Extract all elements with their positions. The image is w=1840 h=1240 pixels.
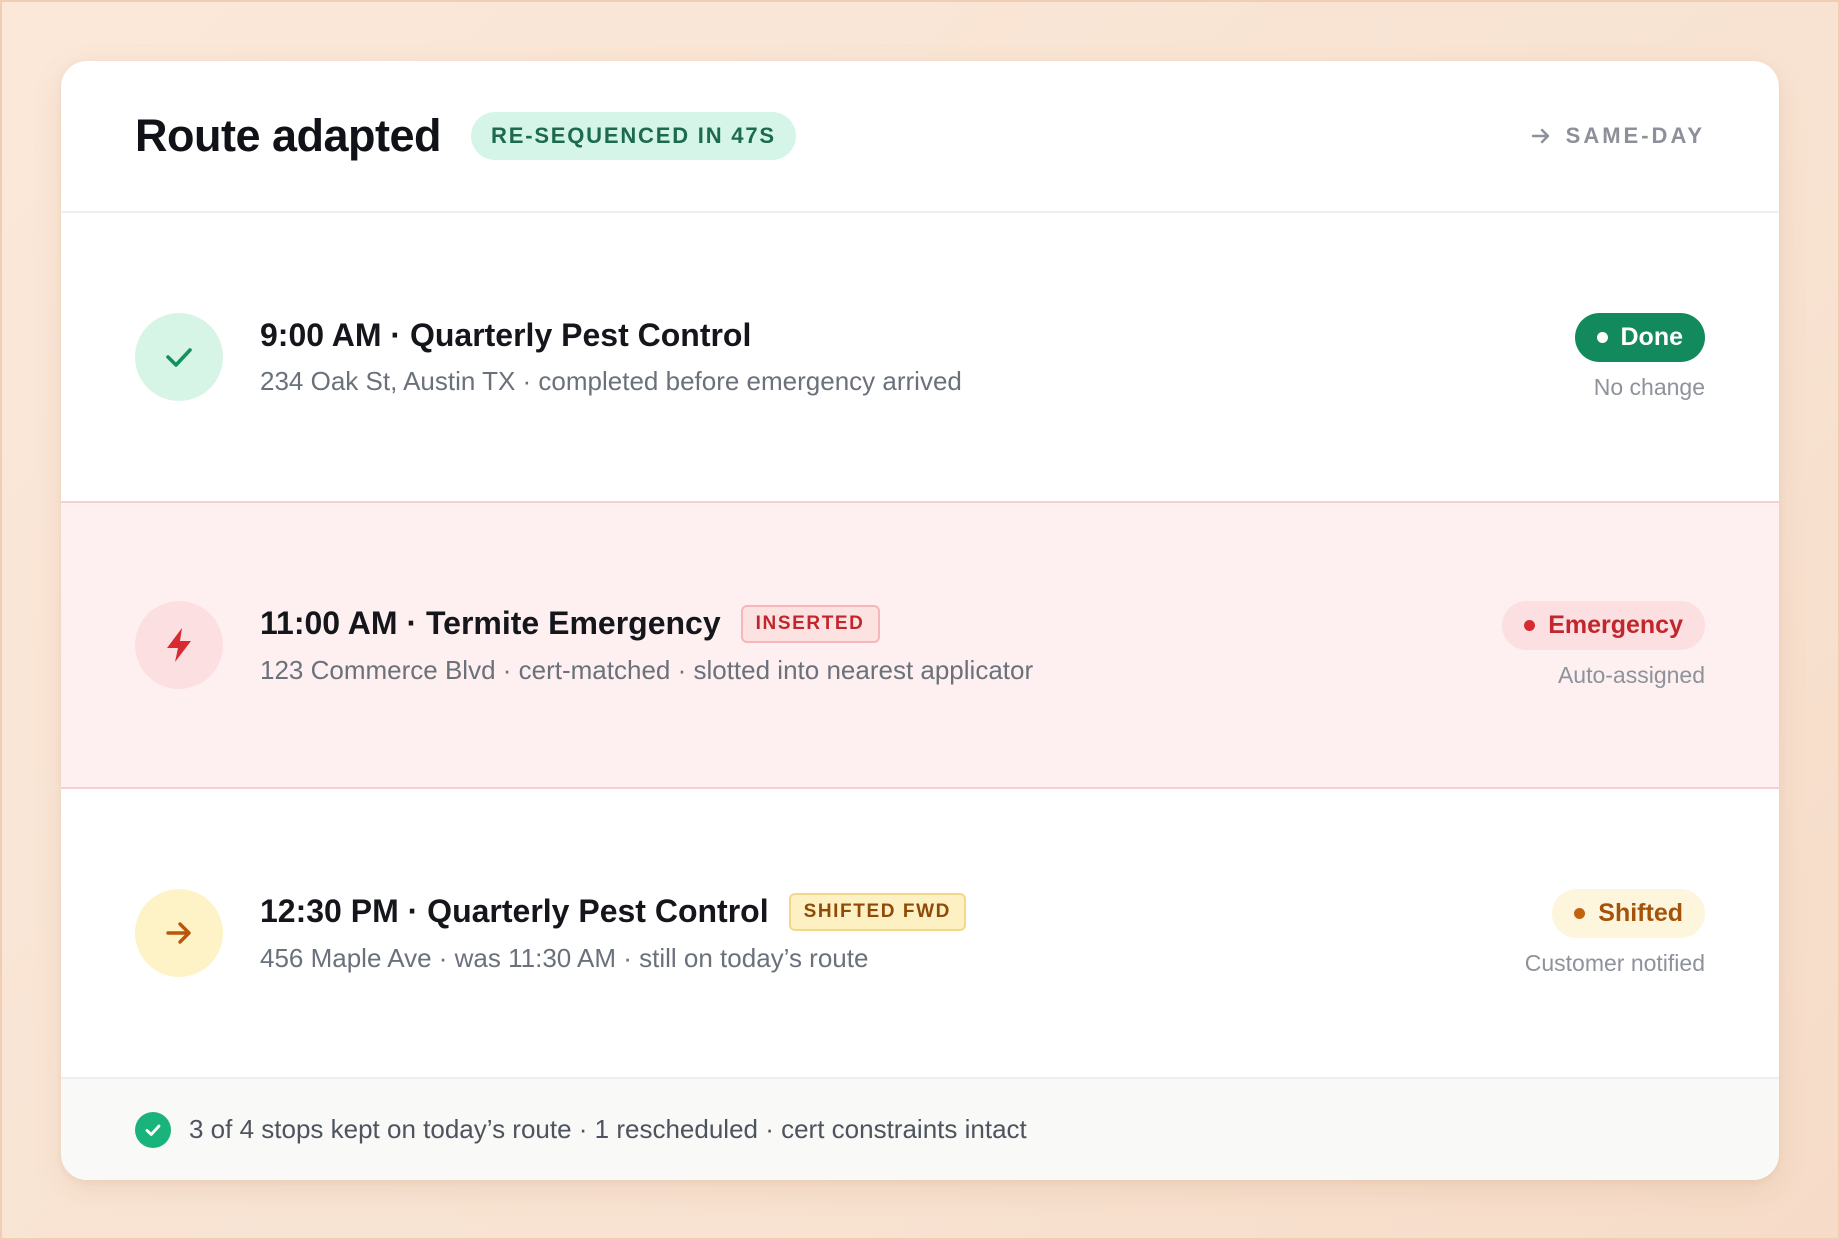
- resequenced-badge: RE-SEQUENCED IN 47S: [471, 112, 796, 160]
- arrow-right-icon: [166, 922, 191, 944]
- status-note: No change: [1593, 374, 1705, 400]
- stop-subtitle: 456 Maple Ave · was 11:30 AM · still on …: [260, 942, 869, 973]
- check-icon: [166, 348, 192, 367]
- shifted-tag: SHIFTED FWD: [788, 892, 966, 931]
- stop-subtitle: 123 Commerce Blvd · cert-matched · slott…: [260, 654, 1034, 685]
- page-title: Route adapted: [135, 110, 442, 161]
- stop-title: 9:00 AM · Quarterly Pest Control: [260, 317, 752, 353]
- stop-title: 11:00 AM · Termite Emergency: [260, 605, 721, 641]
- stop-subtitle: 234 Oak St, Austin TX · completed before…: [260, 366, 962, 396]
- stop-icon-badge: [135, 313, 223, 401]
- status-note: Customer notified: [1524, 950, 1705, 976]
- stop-icon-badge: [135, 889, 223, 977]
- status-dot: [1596, 332, 1608, 343]
- stop-title-wrap: 12:30 PM · Quarterly Pest Control SHIFTE…: [260, 892, 966, 931]
- stop-row-shifted[interactable]: 12:30 PM · Quarterly Pest Control SHIFTE…: [61, 789, 1779, 1077]
- stop-details: 9:00 AM · Quarterly Pest Control 234 Oak…: [260, 317, 962, 397]
- stop-details: 11:00 AM · Termite Emergency INSERTED 12…: [260, 604, 1034, 686]
- summary-footer: 3 of 4 stops kept on today’s route · 1 r…: [61, 1077, 1779, 1180]
- stop-details: 12:30 PM · Quarterly Pest Control SHIFTE…: [260, 892, 966, 974]
- stop-status: Emergency Auto-assigned: [1502, 601, 1705, 689]
- stop-row-emergency[interactable]: 11:00 AM · Termite Emergency INSERTED 12…: [61, 501, 1779, 789]
- stop-status: Shifted Customer notified: [1525, 889, 1705, 977]
- status-dot: [1524, 620, 1536, 631]
- status-label: Emergency: [1548, 611, 1683, 639]
- route-card: Route adapted RE-SEQUENCED IN 47S SAME-D…: [61, 61, 1779, 1180]
- stop-title-wrap: 11:00 AM · Termite Emergency INSERTED: [260, 604, 1033, 643]
- status-pill-shifted: Shifted: [1552, 889, 1705, 938]
- stop-icon-badge: [135, 601, 223, 689]
- card-header: Route adapted RE-SEQUENCED IN 47S SAME-D…: [61, 61, 1779, 213]
- stop-status: Done No change: [1574, 313, 1705, 401]
- stop-title-wrap: 9:00 AM · Quarterly Pest Control: [260, 317, 962, 354]
- status-note: Auto-assigned: [1557, 662, 1705, 688]
- summary-text: 3 of 4 stops kept on today’s route · 1 r…: [189, 1114, 1027, 1144]
- inserted-tag: INSERTED: [740, 604, 880, 643]
- stop-row-done[interactable]: 9:00 AM · Quarterly Pest Control 234 Oak…: [61, 213, 1779, 501]
- arrow-right-icon: [1531, 128, 1549, 144]
- same-day-link[interactable]: SAME-DAY: [1530, 123, 1705, 149]
- status-label: Done: [1620, 323, 1684, 351]
- status-pill-done: Done: [1574, 313, 1705, 362]
- same-day-label: SAME-DAY: [1565, 123, 1705, 148]
- status-label: Shifted: [1598, 899, 1683, 927]
- check-circle-icon: [135, 1111, 171, 1148]
- status-dot: [1574, 908, 1586, 919]
- status-pill-emergency: Emergency: [1502, 601, 1705, 650]
- stop-title: 12:30 PM · Quarterly Pest Control: [260, 893, 769, 929]
- lightning-icon: [167, 628, 191, 662]
